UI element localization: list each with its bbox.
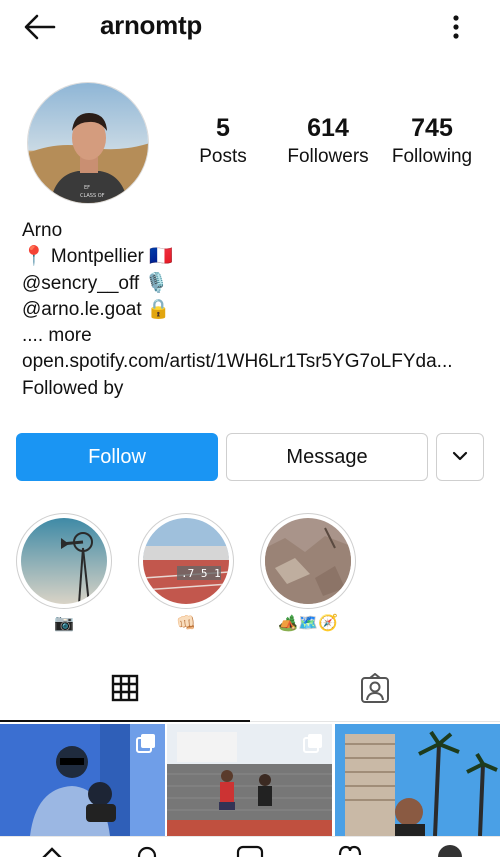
- bio-mention-arno[interactable]: @arno.le.goat 🔒: [22, 297, 492, 323]
- multiple-photos-icon: [135, 732, 157, 754]
- highlight-label-1: 📷: [54, 615, 74, 632]
- search-icon[interactable]: [136, 843, 160, 857]
- post-thumbnail-3[interactable]: [335, 724, 500, 836]
- followers-stat[interactable]: 614 Followers: [280, 113, 376, 171]
- svg-text:EF: EF: [84, 185, 90, 191]
- story-highlight-1[interactable]: [16, 513, 112, 609]
- highlight-cover-windmill: [21, 518, 107, 604]
- back-arrow-icon[interactable]: [20, 10, 60, 44]
- tab-tagged[interactable]: [250, 660, 500, 722]
- posts-count: 5: [216, 114, 230, 142]
- svg-text:CLASS OF: CLASS OF: [80, 193, 105, 199]
- message-button[interactable]: Message: [226, 433, 428, 481]
- bio-website-link[interactable]: open.spotify.com/artist/1WH6Lr1Tsr5YG7oL…: [22, 349, 492, 375]
- tab-posts-grid[interactable]: [0, 660, 250, 722]
- profile-stats: 5 Posts 614 Followers 745 Following: [180, 113, 490, 173]
- grid-icon: [111, 674, 139, 707]
- suggested-accounts-button[interactable]: [436, 433, 484, 481]
- posts-label: Posts: [199, 146, 247, 167]
- bottom-navigation: [0, 836, 500, 857]
- highlight-label-2: 👊🏻: [176, 615, 196, 632]
- posts-stat[interactable]: 5 Posts: [188, 113, 258, 171]
- highlight-cover-rocks: [265, 518, 351, 604]
- following-stat[interactable]: 745 Following: [384, 113, 480, 171]
- heart-icon[interactable]: [336, 843, 364, 857]
- story-highlight-3[interactable]: [260, 513, 356, 609]
- highlight-label-3: 🏕️🗺️🧭: [278, 615, 338, 632]
- followers-label: Followers: [287, 146, 369, 167]
- profile-tabs: [0, 660, 500, 722]
- tagged-person-icon: [359, 672, 391, 710]
- bio-location: 📍 Montpellier 🇫🇷: [22, 246, 173, 268]
- svg-text:.7 5 1: .7 5 1: [181, 567, 221, 580]
- follow-button[interactable]: Follow: [16, 433, 218, 481]
- followers-count: 614: [307, 114, 349, 142]
- post-thumbnail-2[interactable]: [167, 724, 332, 836]
- posts-grid: [0, 724, 500, 836]
- bio-more-link[interactable]: .... more: [22, 323, 492, 349]
- following-count: 745: [411, 114, 453, 142]
- reels-icon[interactable]: [236, 843, 264, 857]
- profile-username: arnomtp: [100, 10, 202, 40]
- chevron-down-icon: [450, 446, 470, 469]
- story-highlight-2[interactable]: .7 5 1: [138, 513, 234, 609]
- kebab-menu-icon[interactable]: [446, 12, 466, 42]
- profile-avatar[interactable]: EF CLASS OF: [27, 82, 149, 204]
- highlight-cover-track: .7 5 1: [143, 518, 229, 604]
- profile-avatar-icon[interactable]: [436, 843, 464, 857]
- top-bar: arnomtp: [0, 0, 500, 56]
- followed-by-text[interactable]: Followed by: [22, 376, 492, 402]
- profile-bio: Arno 📍 Montpellier 🇫🇷 @sencry__off 🎙️ @a…: [22, 218, 492, 402]
- bio-mention-sencry[interactable]: @sencry__off 🎙️: [22, 271, 492, 297]
- home-icon[interactable]: [40, 843, 64, 857]
- post-thumbnail-1[interactable]: [0, 724, 165, 836]
- multiple-photos-icon: [302, 732, 324, 754]
- bio-name: Arno: [22, 220, 63, 241]
- following-label: Following: [391, 146, 473, 167]
